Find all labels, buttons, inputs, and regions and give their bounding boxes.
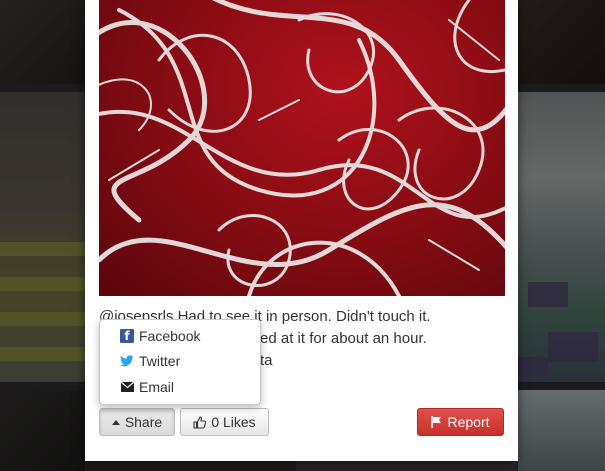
share-facebook-item[interactable]: f Facebook (120, 325, 200, 347)
calligraffiti-artwork (99, 0, 505, 296)
share-dropdown-menu: f Facebook Twitter Email (99, 319, 261, 405)
share-email-item[interactable]: Email (120, 376, 174, 398)
twitter-icon (120, 354, 134, 368)
share-button-label: Share (124, 414, 163, 430)
report-button-label: Report (447, 414, 490, 430)
share-twitter-label: Twitter (139, 353, 181, 369)
facebook-icon: f (120, 329, 134, 343)
share-button[interactable]: Share (99, 408, 175, 436)
like-button[interactable]: 0 Likes (180, 408, 269, 436)
flag-icon (431, 416, 442, 428)
share-email-label: Email (139, 379, 175, 395)
thumbs-up-icon (193, 415, 207, 429)
email-icon (120, 380, 134, 394)
post-photo (99, 0, 505, 296)
share-twitter-item[interactable]: Twitter (120, 350, 180, 372)
caret-up-icon (111, 419, 120, 425)
likes-count-label: 0 Likes (211, 414, 256, 430)
share-facebook-label: Facebook (139, 328, 201, 344)
report-button[interactable]: Report (417, 408, 504, 436)
